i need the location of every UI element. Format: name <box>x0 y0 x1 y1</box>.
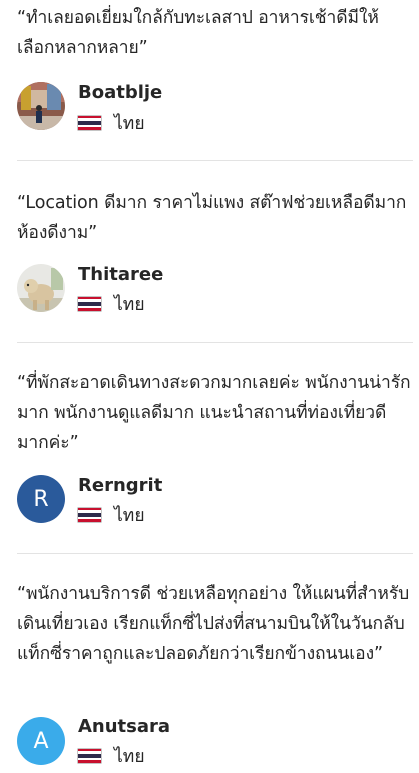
country-label: ไทย <box>114 747 145 767</box>
review-quote: “พนักงานบริการดี ช่วยเหลือทุกอย่าง ให้แผ… <box>17 584 410 664</box>
reviewer-name: Thitaree <box>78 264 164 285</box>
review-quote: “ทำเลยอดเยี่ยมใกล้กับทะเลสาป อาหารเช้าดี… <box>17 8 379 58</box>
country-label: ไทย <box>114 295 145 315</box>
country-label: ไทย <box>114 114 145 134</box>
reviewer-name: Anutsara <box>78 716 171 737</box>
reviewer-country: ไทย <box>78 504 145 526</box>
divider <box>17 342 413 343</box>
divider <box>17 160 413 161</box>
thailand-flag-icon <box>78 297 101 311</box>
avatar: A <box>17 717 65 765</box>
review-quote: “ที่พักสะอาดเดินทางสะดวกมากเลยค่ะ พนักงา… <box>17 373 411 453</box>
reviewer-name: Rerngrit <box>78 475 163 496</box>
review-quote: “Location ดีมาก ราคาไม่แพง สต๊าฟช่วยเหลื… <box>17 193 407 243</box>
country-label: ไทย <box>114 506 145 526</box>
thailand-flag-icon <box>78 749 101 763</box>
avatar <box>17 82 65 130</box>
thailand-flag-icon <box>78 116 101 130</box>
avatar-letter: R <box>33 486 49 512</box>
avatar-letter: A <box>33 728 49 754</box>
reviewer-country: ไทย <box>78 112 145 134</box>
avatar: R <box>17 475 65 523</box>
reviewer-name: Boatblje <box>78 82 163 103</box>
reviewer-country: ไทย <box>78 293 145 315</box>
divider <box>17 553 413 554</box>
thailand-flag-icon <box>78 508 101 522</box>
avatar <box>17 264 65 312</box>
reviewer-country: ไทย <box>78 745 145 767</box>
